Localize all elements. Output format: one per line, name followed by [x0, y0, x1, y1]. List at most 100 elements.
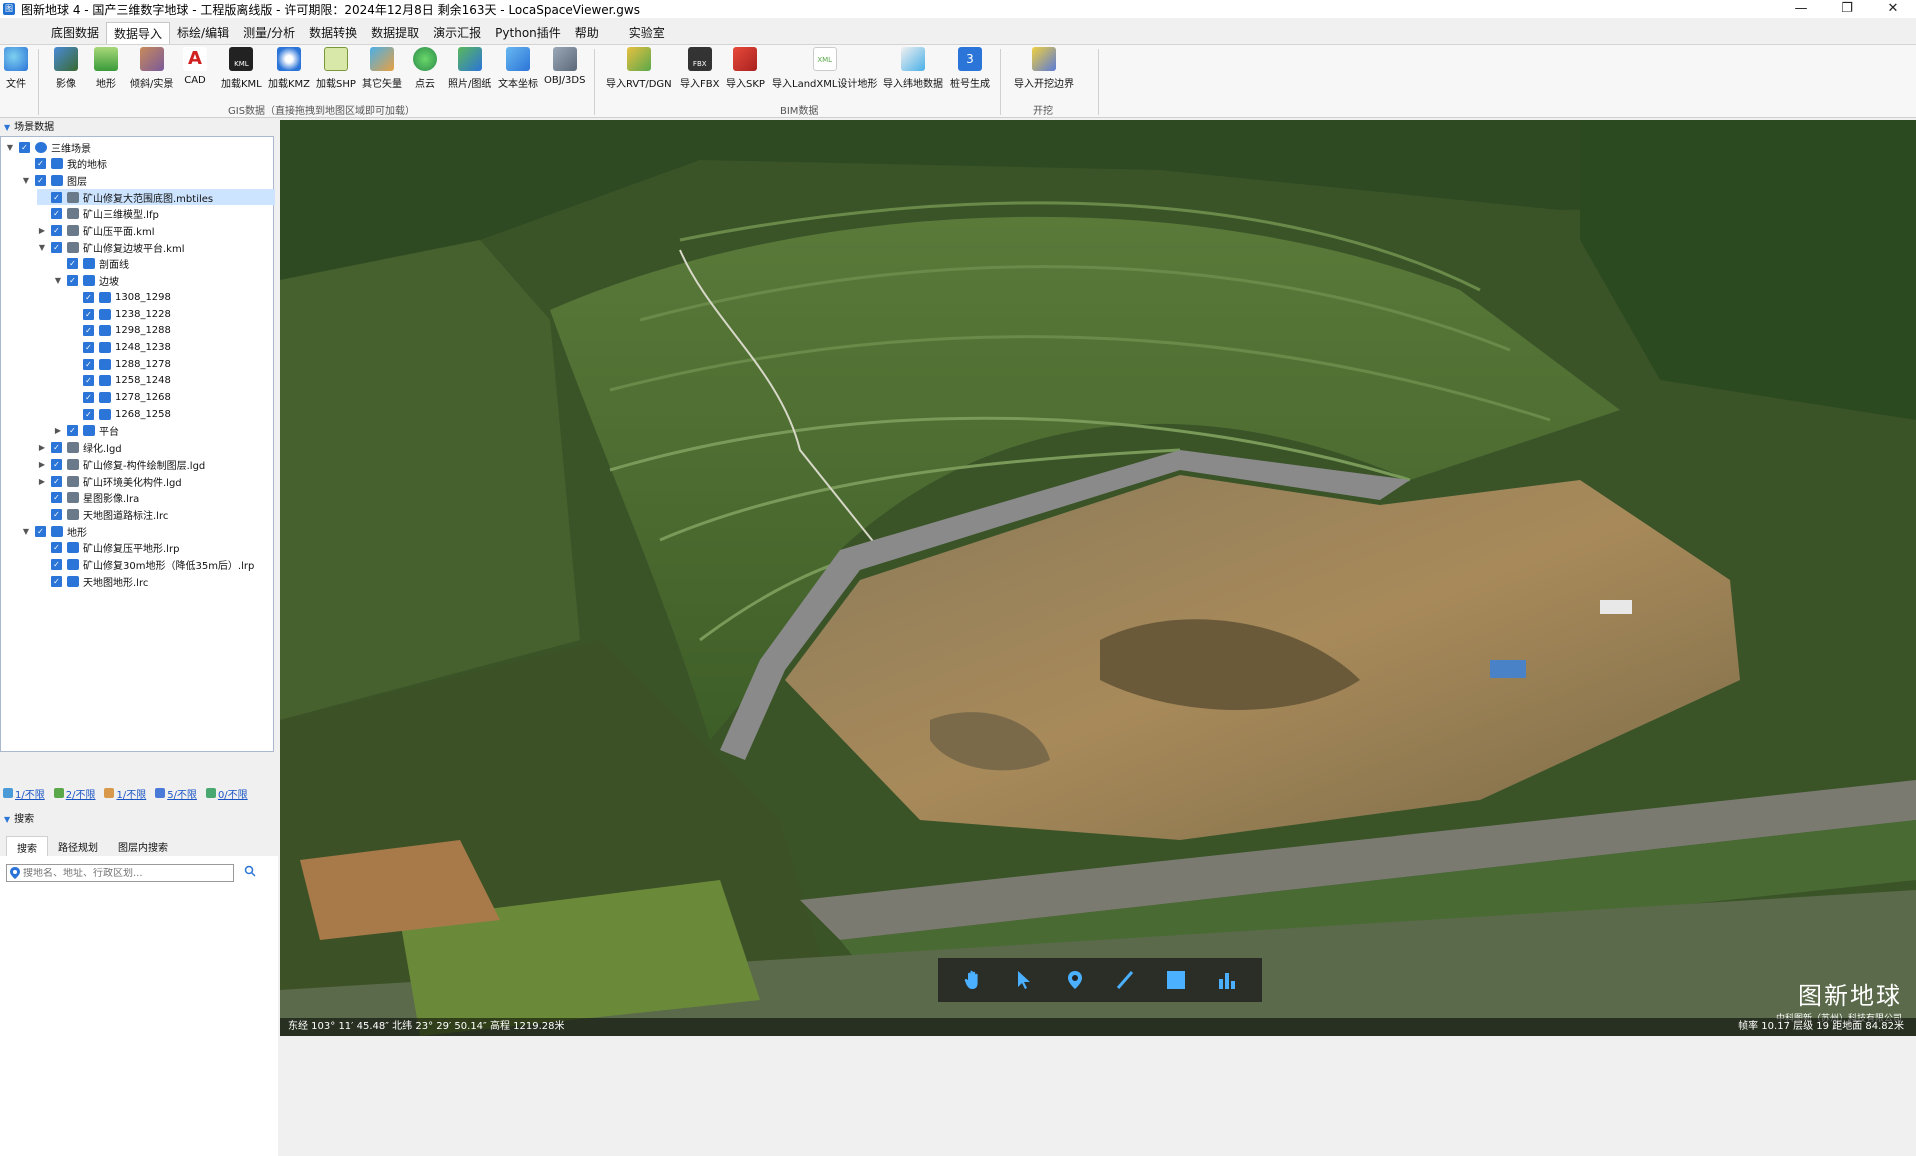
obj-3ds-button[interactable]: OBJ/3DS [544, 47, 585, 86]
tree-item[interactable]: ▶ ✓ 平台 [53, 423, 119, 439]
tree-item[interactable]: ▼ ✓ 地形 [21, 523, 87, 539]
layer-checkbox[interactable]: ✓ [83, 408, 94, 420]
tree-item[interactable]: ✓ 天地图地形.lrc [37, 573, 148, 589]
layer-checkbox[interactable]: ✓ [51, 542, 62, 554]
tree-item[interactable]: ✓ 1298_1288 [69, 323, 171, 339]
tree-item[interactable]: ▼ ✓ 图层 [21, 172, 87, 188]
tree-item[interactable]: ✓ 1258_1248 [69, 373, 171, 389]
tree-item[interactable]: ▼ ✓ 三维场景 [5, 139, 91, 155]
expand-arrow-icon[interactable]: ▼ [21, 527, 31, 536]
menu-lab[interactable]: 实验室 [622, 22, 672, 44]
minimize-button[interactable]: — [1778, 0, 1824, 18]
scene-panel-header[interactable]: ▼ 场景数据 [0, 120, 278, 136]
layer-checkbox[interactable]: ✓ [51, 492, 62, 504]
tree-item[interactable]: ✓ 1268_1258 [69, 406, 171, 422]
tree-item[interactable]: ▶ ✓ 矿山环境美化构件.lgd [37, 473, 182, 489]
search-panel-header[interactable]: ▼ 搜索 [0, 812, 278, 828]
expand-arrow-icon[interactable]: ▼ [37, 243, 47, 252]
import-fbx-button[interactable]: FBX 导入FBX [680, 47, 719, 90]
layer-checkbox[interactable]: ✓ [83, 392, 94, 403]
layer-checkbox[interactable]: ✓ [83, 358, 94, 370]
tree-item[interactable]: ✓ 我的地标 [21, 156, 107, 172]
tree-item[interactable]: ✓ 矿山修复压平地形.lrp [37, 540, 179, 556]
layer-checkbox[interactable]: ✓ [83, 291, 94, 303]
load-kml-button[interactable]: KML 加载KML [221, 47, 262, 90]
collapse-arrow-icon[interactable]: ▶ [53, 426, 63, 435]
close-button[interactable]: ✕ [1870, 0, 1916, 18]
place-pin-icon[interactable] [1061, 966, 1089, 994]
file-button[interactable]: 文件 [4, 47, 28, 90]
layer-checkbox[interactable]: ✓ [35, 174, 46, 186]
layer-checkbox[interactable]: ✓ [51, 575, 62, 587]
layer-checkbox[interactable]: ✓ [83, 375, 94, 387]
layer-checkbox[interactable]: ✓ [35, 158, 46, 170]
import-rvt-dgn-button[interactable]: 导入RVT/DGN [606, 47, 672, 90]
tree-item[interactable]: ✓ 星图影像.lra [37, 490, 139, 506]
import-cad-button[interactable]: A CAD [183, 47, 207, 86]
layer-checkbox[interactable]: ✓ [51, 458, 62, 470]
import-landxml-button[interactable]: XML 导入LandXML设计地形 [772, 47, 877, 90]
import-excavation-button[interactable]: 导入开挖边界 [1014, 47, 1074, 90]
chart-icon[interactable] [1213, 966, 1241, 994]
layer-checkbox[interactable]: ✓ [67, 258, 78, 270]
tree-item[interactable]: ✓ 1278_1268 [69, 390, 171, 406]
stake-generate-button[interactable]: 3 桩号生成 [950, 47, 990, 90]
tree-item[interactable]: ✓ 矿山修复30m地形（降低35m后）.lrp [37, 557, 254, 573]
menu-basemap[interactable]: 底图数据 [44, 22, 106, 44]
tree-item[interactable]: ✓ 1308_1298 [69, 289, 171, 305]
menu-help[interactable]: 帮助 [568, 22, 606, 44]
layer-stat[interactable]: 1/不限 [104, 786, 146, 801]
menu-data-extract[interactable]: 数据提取 [364, 22, 426, 44]
layer-stat[interactable]: 2/不限 [53, 786, 95, 801]
layer-checkbox[interactable]: ✓ [35, 525, 46, 537]
tab-layer-search[interactable]: 图层内搜索 [108, 836, 178, 858]
layer-checkbox[interactable]: ✓ [51, 559, 62, 570]
layer-checkbox[interactable]: ✓ [83, 341, 94, 353]
layer-checkbox[interactable]: ✓ [67, 275, 78, 287]
other-vector-button[interactable]: 其它矢量 [362, 47, 402, 90]
search-icon[interactable] [244, 865, 256, 877]
pan-hand-icon[interactable] [959, 966, 987, 994]
photo-drawing-button[interactable]: 照片/图纸 [448, 47, 491, 90]
collapse-arrow-icon[interactable]: ▶ [37, 460, 47, 469]
tree-item[interactable]: ▶ ✓ 矿山修复-构件绘制图层.lgd [37, 456, 205, 472]
tree-item[interactable]: ✓ 1248_1238 [69, 339, 171, 355]
tree-item[interactable]: ✓ 1288_1278 [69, 356, 171, 372]
tab-route-planning[interactable]: 路径规划 [48, 836, 108, 858]
load-kmz-button[interactable]: 加载KMZ [268, 47, 310, 90]
tab-search[interactable]: 搜索 [6, 836, 48, 858]
tree-item[interactable]: ▼ ✓ 边坡 [53, 273, 119, 289]
tree-item[interactable]: ▼ ✓ 矿山修复边坡平台.kml [37, 239, 185, 255]
layer-stat[interactable]: 1/不限 [3, 786, 45, 801]
layer-checkbox[interactable]: ✓ [51, 508, 62, 520]
expand-arrow-icon[interactable]: ▼ [53, 276, 63, 285]
tree-item[interactable]: ▶ ✓ 矿山压平面.kml [37, 223, 155, 239]
layer-stat[interactable]: 0/不限 [205, 786, 248, 801]
search-box[interactable] [6, 864, 234, 882]
layer-stat[interactable]: 5/不限 [155, 786, 197, 801]
select-arrow-icon[interactable] [1010, 966, 1038, 994]
menu-data-import[interactable]: 数据导入 [106, 22, 171, 44]
collapse-arrow-icon[interactable]: ▶ [37, 226, 47, 235]
maximize-button[interactable]: ❐ [1824, 0, 1870, 18]
import-terrain-button[interactable]: 地形 [94, 47, 118, 90]
search-input[interactable] [23, 867, 223, 879]
layer-checkbox[interactable]: ✓ [51, 442, 62, 454]
draw-line-icon[interactable] [1111, 966, 1139, 994]
layer-checkbox[interactable]: ✓ [51, 191, 62, 203]
import-skp-button[interactable]: 导入SKP [726, 47, 765, 90]
load-shp-button[interactable]: 加载SHP [316, 47, 356, 90]
collapse-arrow-icon[interactable]: ▶ [37, 477, 47, 486]
layer-checkbox[interactable]: ✓ [67, 425, 78, 437]
expand-arrow-icon[interactable]: ▼ [5, 143, 15, 152]
import-imagery-button[interactable]: 影像 [54, 47, 78, 90]
collapse-arrow-icon[interactable]: ▶ [37, 443, 47, 452]
draw-rect-icon[interactable] [1162, 966, 1190, 994]
menu-annotate-edit[interactable]: 标绘/编辑 [170, 22, 236, 44]
expand-arrow-icon[interactable]: ▼ [21, 176, 31, 185]
menu-presentation[interactable]: 演示汇报 [426, 22, 488, 44]
menu-python-plugin[interactable]: Python插件 [488, 22, 568, 44]
menu-measure-analyze[interactable]: 测量/分析 [236, 22, 302, 44]
import-weidi-button[interactable]: 导入纬地数据 [883, 47, 943, 90]
layer-checkbox[interactable]: ✓ [51, 225, 62, 236]
